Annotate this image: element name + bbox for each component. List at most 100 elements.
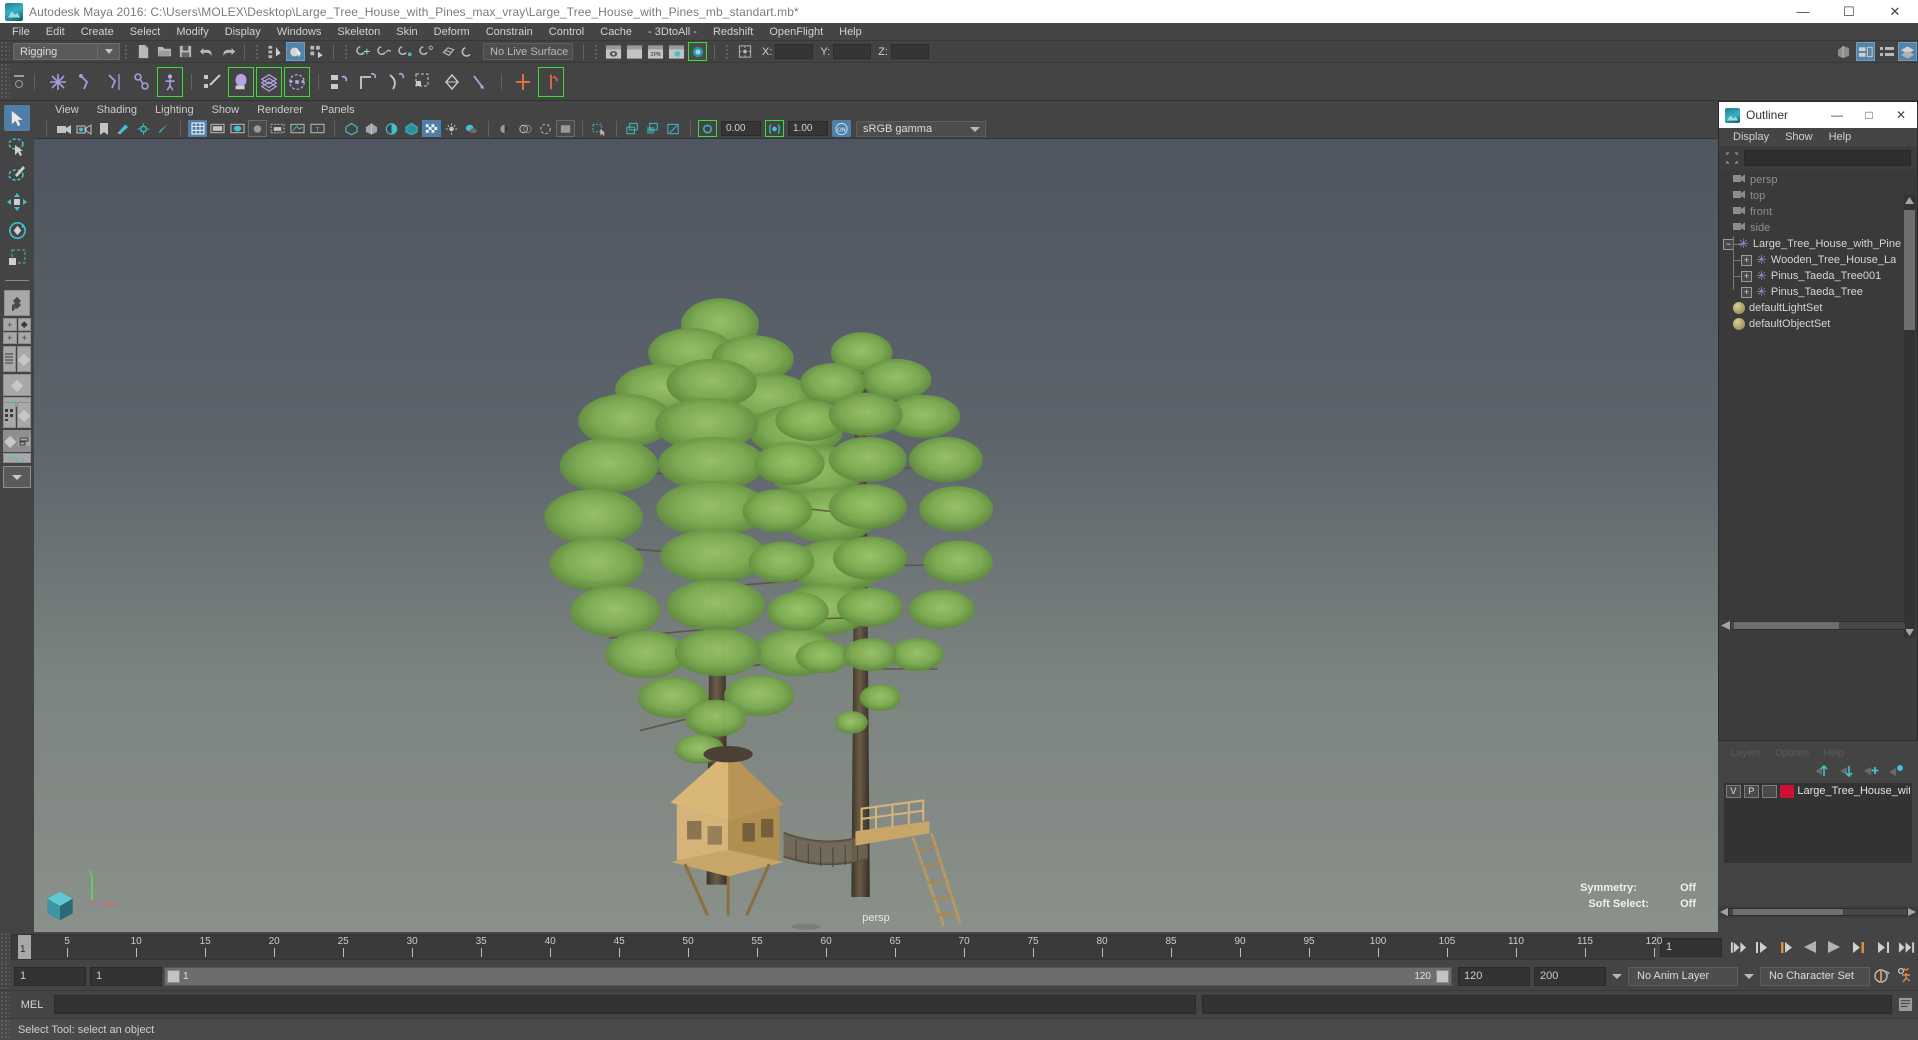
animation-end-time-field[interactable]: 200 xyxy=(1534,966,1606,986)
snap-to-point-icon[interactable] xyxy=(396,42,415,61)
ipr-render-icon[interactable]: IPR xyxy=(646,42,665,61)
animation-preferences-icon[interactable] xyxy=(1894,965,1918,987)
snap-to-projected-center-icon[interactable] xyxy=(417,42,436,61)
go-to-end-icon[interactable] xyxy=(1894,936,1918,958)
smooth-shade-all-icon[interactable] xyxy=(362,120,381,137)
menu-item-openflight[interactable]: OpenFlight xyxy=(761,23,831,41)
move-layer-up-icon[interactable] xyxy=(1813,764,1829,778)
parent-constraint-icon[interactable] xyxy=(327,67,353,97)
menu-set-dropdown-arrow[interactable] xyxy=(98,43,120,60)
outliner-vertical-scrollbar[interactable] xyxy=(1904,194,1915,638)
grid-toggle-icon[interactable] xyxy=(188,120,207,137)
scale-tool-icon[interactable] xyxy=(4,245,30,271)
shadows-icon[interactable] xyxy=(462,120,481,137)
outliner-row[interactable]: defaultObjectSet xyxy=(1719,316,1917,332)
mirror-joint-icon[interactable] xyxy=(510,67,536,97)
single-perspective-view-layout-icon[interactable] xyxy=(4,290,30,316)
auto-keyframe-toggle-icon[interactable] xyxy=(1870,965,1894,987)
menu-item-3dtoall[interactable]: - 3DtoAll - xyxy=(640,23,705,41)
scale-constraint-icon[interactable] xyxy=(411,67,437,97)
close-button[interactable]: ✕ xyxy=(1872,0,1918,23)
create-joint-icon[interactable] xyxy=(45,67,71,97)
snap-to-view-plane-icon[interactable] xyxy=(438,42,457,61)
x-input[interactable] xyxy=(775,44,814,59)
menu-item-windows[interactable]: Windows xyxy=(269,23,330,41)
step-forward-key-icon[interactable] xyxy=(1846,936,1870,958)
time-slider-grip[interactable] xyxy=(0,932,10,962)
layer-menu-help[interactable]: Help xyxy=(1816,748,1851,759)
exposure-toggle-icon[interactable] xyxy=(698,120,717,137)
outliner-row[interactable]: defaultLightSet xyxy=(1719,300,1917,316)
paint-skin-weights-icon[interactable] xyxy=(200,67,226,97)
menu-item-edit[interactable]: Edit xyxy=(38,23,73,41)
outliner-row[interactable]: side xyxy=(1719,220,1917,236)
mirror-skin-weights-icon[interactable] xyxy=(538,66,564,97)
select-objects-icon[interactable] xyxy=(624,120,643,137)
gate-mask-icon[interactable] xyxy=(248,120,267,137)
select-by-object-type-icon[interactable] xyxy=(286,42,305,61)
add-selected-to-layer-icon[interactable] xyxy=(1888,764,1904,778)
snap-to-grid-icon[interactable] xyxy=(354,42,373,61)
move-layer-down-icon[interactable] xyxy=(1838,764,1854,778)
viewport-menu-shading[interactable]: Shading xyxy=(88,104,146,116)
text-overlay-icon[interactable]: T xyxy=(308,120,327,137)
persp-outliner-graph-layout-icon[interactable]: ◆ xyxy=(3,430,31,463)
redo-previous-render-icon[interactable] xyxy=(625,42,644,61)
lattice-deformer-icon[interactable] xyxy=(256,66,282,97)
step-back-key-icon[interactable] xyxy=(1774,936,1798,958)
select-camera-icon[interactable] xyxy=(54,120,73,137)
outliner-row[interactable]: front xyxy=(1719,204,1917,220)
exposure-value-field[interactable]: 0.00 xyxy=(721,121,761,136)
image-plane-icon[interactable] xyxy=(114,120,133,137)
layer-color-swatch[interactable] xyxy=(1779,784,1795,798)
film-gate-icon[interactable] xyxy=(208,120,227,137)
open-scene-icon[interactable] xyxy=(155,42,174,61)
screen-space-ao-icon[interactable] xyxy=(496,120,515,137)
menu-item-help[interactable]: Help xyxy=(831,23,870,41)
undo-icon[interactable] xyxy=(197,42,216,61)
scroll-left-icon[interactable] xyxy=(1721,621,1730,630)
command-input-field[interactable] xyxy=(54,995,1196,1014)
step-forward-frame-icon[interactable] xyxy=(1870,936,1894,958)
create-ik-handle-icon[interactable] xyxy=(73,67,99,97)
menu-item-control[interactable]: Control xyxy=(541,23,592,41)
menu-item-create[interactable]: Create xyxy=(73,23,122,41)
go-to-start-icon[interactable] xyxy=(1726,936,1750,958)
view-compass-gizmo[interactable] xyxy=(42,888,78,924)
chevron-down-icon[interactable] xyxy=(970,126,980,132)
layer-menu-options[interactable]: Options xyxy=(1768,748,1816,759)
menu-item-skeleton[interactable]: Skeleton xyxy=(329,23,388,41)
command-output-field[interactable] xyxy=(1202,995,1892,1014)
grease-pencil-icon[interactable] xyxy=(154,120,173,137)
range-slider-grip[interactable] xyxy=(0,962,10,990)
toolbox-more-layouts-icon[interactable] xyxy=(3,466,31,488)
select-tool-icon[interactable] xyxy=(4,105,30,131)
render-settings-icon[interactable] xyxy=(667,42,686,61)
shelf-grip[interactable] xyxy=(0,63,10,100)
create-ik-spline-handle-icon[interactable] xyxy=(101,67,127,97)
maximize-button[interactable]: ☐ xyxy=(1826,0,1872,23)
outliner-row[interactable]: − ✳ Large_Tree_House_with_Pine xyxy=(1719,236,1917,252)
menu-item-skin[interactable]: Skin xyxy=(388,23,425,41)
wireframe-on-shaded-icon[interactable] xyxy=(402,120,421,137)
motion-blur-icon[interactable] xyxy=(516,120,535,137)
outliner-scroll-thumb[interactable] xyxy=(1904,210,1915,330)
toggle-attribute-editor-icon[interactable] xyxy=(735,42,754,61)
layer-list[interactable]: V P Large_Tree_House_wit xyxy=(1724,783,1912,863)
scroll-left-icon[interactable] xyxy=(1720,908,1728,916)
smooth-bind-icon[interactable] xyxy=(228,66,254,97)
range-slider[interactable]: 1 120 xyxy=(164,966,1452,986)
outliner-search-input[interactable] xyxy=(1744,150,1911,166)
layer-playback-toggle[interactable]: P xyxy=(1743,784,1759,798)
layer-visibility-toggle[interactable]: V xyxy=(1726,784,1741,798)
outliner-maximize-button[interactable]: □ xyxy=(1853,102,1885,128)
channel-box-horizontal-scrollbar[interactable] xyxy=(1718,906,1918,918)
color-management-selector[interactable]: sRGB gamma xyxy=(856,120,986,137)
select-by-hierarchy-icon[interactable] xyxy=(265,42,284,61)
textured-shading-icon[interactable] xyxy=(422,120,441,137)
current-time-indicator[interactable]: 1 xyxy=(18,935,31,959)
make-live-icon[interactable] xyxy=(459,42,478,61)
status-line-grip[interactable] xyxy=(0,41,10,62)
outliner-menu-help[interactable]: Help xyxy=(1821,131,1860,143)
outliner-horizontal-scrollbar[interactable] xyxy=(1719,618,1917,632)
